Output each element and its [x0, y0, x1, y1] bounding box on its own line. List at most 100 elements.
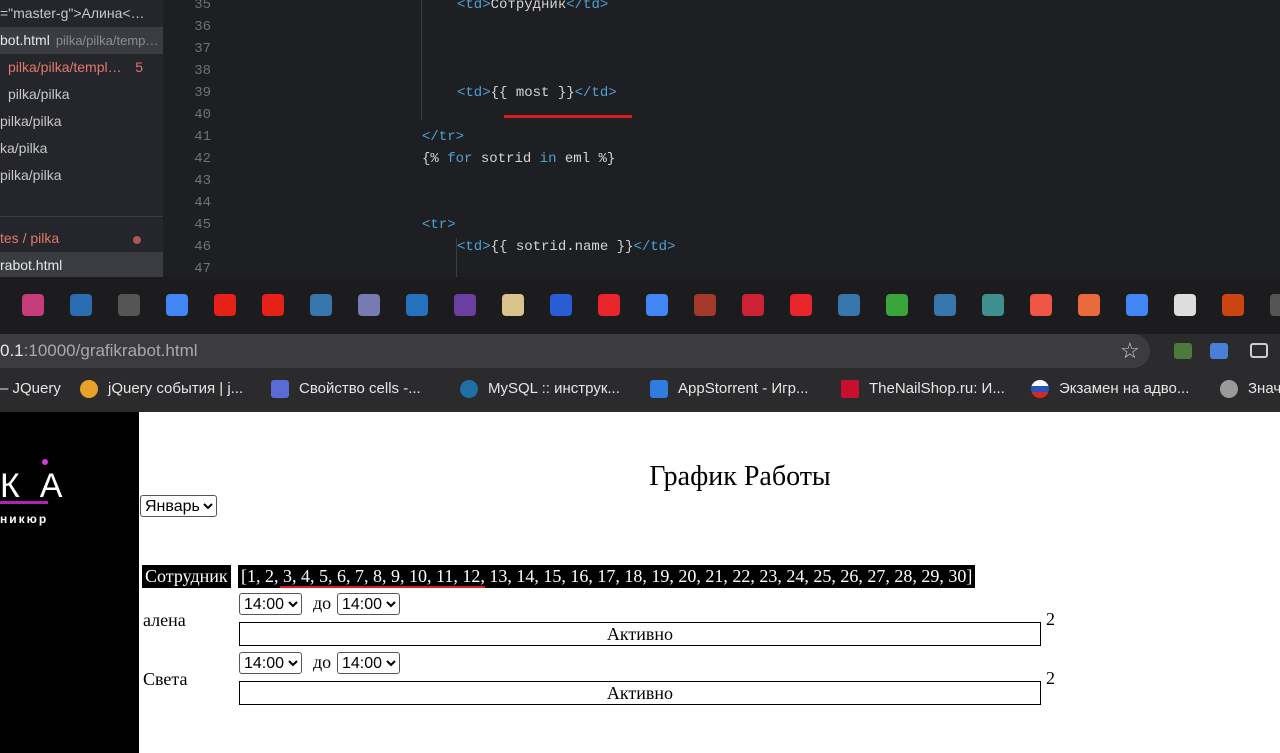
bookmark-item[interactable]: Экзамен на адво...: [1031, 368, 1189, 412]
time-to-select[interactable]: 14:00: [337, 652, 400, 674]
python-icon[interactable]: [310, 294, 332, 316]
bookmark-label: jQuery события | j...: [108, 380, 244, 397]
code-icon[interactable]: [886, 294, 908, 316]
explorer-item-label: ="master-g">Алина<…: [0, 5, 145, 21]
count-value: 2: [1046, 668, 1055, 688]
python-icon[interactable]: [934, 294, 956, 316]
bookmark-item[interactable]: MySQL :: инструк...: [460, 368, 620, 412]
google-icon[interactable]: [1126, 294, 1148, 316]
globe-icon[interactable]: [118, 294, 140, 316]
google-icon[interactable]: [166, 294, 188, 316]
code-tag: <tr>: [422, 217, 456, 233]
logo-underline: [0, 501, 48, 504]
vk-icon[interactable]: [550, 294, 572, 316]
explorer-item[interactable]: pilka/pilka: [0, 81, 163, 108]
globe-icon: [1220, 380, 1238, 399]
code-area[interactable]: 35 36 37 38 39 40 41 42 43 44 45 46 47 <…: [163, 0, 1280, 277]
explorer-item-active[interactable]: bot.html pilka/pilka/temp…: [0, 27, 163, 54]
url-field[interactable]: 0.1:10000/grafikrabot.html: [0, 334, 1150, 368]
code-text: %}: [598, 151, 616, 167]
bookmark-label: Свойство cells -...: [299, 380, 421, 397]
bookmark-item[interactable]: TheNailShop.ru: И...: [841, 368, 1005, 412]
globe-icon[interactable]: [1270, 294, 1280, 316]
code-tag: </tr>: [422, 129, 465, 145]
error-squiggle: [504, 115, 632, 118]
stackoverflow-icon[interactable]: [70, 294, 92, 316]
php-icon[interactable]: [358, 294, 380, 316]
code-tag: </td>: [566, 0, 609, 13]
pd-icon[interactable]: [1222, 294, 1244, 316]
explorer-item-label: tes / pilka: [0, 230, 60, 246]
powershell-icon[interactable]: [406, 294, 428, 316]
explorer-item[interactable]: pilka/pilka: [0, 162, 163, 189]
url-host: 0.1: [0, 341, 24, 360]
yandex-icon[interactable]: [790, 294, 812, 316]
mysql-icon: [460, 380, 478, 399]
explorer-item-path: pilka/pilka/temp…: [55, 33, 159, 48]
indent-guide: [421, 0, 422, 120]
line-number: 38: [194, 63, 211, 79]
code-keyword: for: [447, 151, 473, 167]
explorer-item-label: ka/pilka: [0, 140, 48, 156]
code-line: <td>{{ sotrid.name }}</td>: [457, 239, 675, 255]
code-tag: </td>: [574, 85, 617, 101]
b-icon[interactable]: [1078, 294, 1100, 316]
line-number: 47: [194, 261, 211, 277]
python-icon[interactable]: [838, 294, 860, 316]
bookmark-item[interactable]: Свойство cells -...: [271, 368, 421, 412]
bookmark-item[interactable]: Знач: [1220, 368, 1280, 412]
youtube-icon[interactable]: [214, 294, 236, 316]
time-from-select[interactable]: 14:00: [239, 593, 302, 615]
w3-icon[interactable]: [1174, 294, 1196, 316]
time-to-select[interactable]: 14:00: [337, 593, 400, 615]
table-header-days: [1, 2, 3, 4, 5, 6, 7, 8, 9, 10, 11, 12, …: [238, 565, 976, 588]
bars-icon[interactable]: [502, 294, 524, 316]
wolf-icon[interactable]: [454, 294, 476, 316]
logo-subtitle: никюр: [0, 512, 49, 526]
google-icon[interactable]: [646, 294, 668, 316]
time-from-select[interactable]: 14:00: [239, 652, 302, 674]
bookmark-item[interactable]: AppStorrent - Игр...: [650, 368, 808, 412]
explorer-item-active[interactable]: rabot.html: [0, 252, 163, 277]
instagram-icon[interactable]: [22, 294, 44, 316]
extension-icon[interactable]: [1174, 343, 1192, 359]
line-number: 43: [194, 173, 211, 189]
line-number: 41: [194, 129, 211, 145]
line-number: 46: [194, 239, 211, 255]
status-button[interactable]: Активно: [239, 681, 1041, 705]
employee-name: Света: [143, 669, 188, 689]
bookmark-item[interactable]: – JQuery: [0, 368, 61, 412]
nail-polish-icon: [841, 380, 859, 399]
explorer-item[interactable]: pilka/pilka: [0, 108, 163, 135]
translate-icon[interactable]: [1210, 343, 1228, 359]
line-number: 39: [194, 85, 211, 101]
code-line: <td>Сотрудник</td>: [457, 0, 608, 13]
code-text: {{ most }}: [490, 85, 575, 101]
month-select[interactable]: Январь: [140, 495, 217, 517]
explorer-item[interactable]: tes / pilka: [0, 225, 163, 252]
russia-flag-icon: [1031, 380, 1049, 399]
annotation-underline: [280, 586, 485, 588]
bookmark-item[interactable]: jQuery события | j...: [80, 368, 243, 412]
line-number: 40: [194, 107, 211, 123]
youtube-icon[interactable]: [262, 294, 284, 316]
tower-icon[interactable]: [742, 294, 764, 316]
bookmark-star-icon[interactable]: ☆: [1120, 338, 1140, 364]
bookmark-label: TheNailShop.ru: И...: [869, 380, 1005, 397]
status-button[interactable]: Активно: [239, 622, 1041, 646]
pinwheel-icon[interactable]: [1030, 294, 1052, 316]
explorer-item[interactable]: ="master-g">Алина<…: [0, 0, 163, 27]
line-number: 36: [194, 19, 211, 35]
bookmark-label: Знач: [1248, 380, 1280, 397]
count-value: 2: [1046, 609, 1055, 629]
explorer-item[interactable]: pilka/pilka/templ… 5: [0, 54, 163, 81]
hub-icon[interactable]: [982, 294, 1004, 316]
explorer-item[interactable]: ka/pilka: [0, 135, 163, 162]
explorer-item-label: pilka/pilka: [0, 113, 62, 129]
pip-icon[interactable]: [1250, 343, 1268, 358]
yandex-icon[interactable]: [598, 294, 620, 316]
code-line: </tr>: [422, 129, 464, 145]
table-header-employee: Сотрудник: [142, 565, 231, 588]
grid-icon[interactable]: [694, 294, 716, 316]
problem-count-badge: 5: [135, 59, 143, 75]
